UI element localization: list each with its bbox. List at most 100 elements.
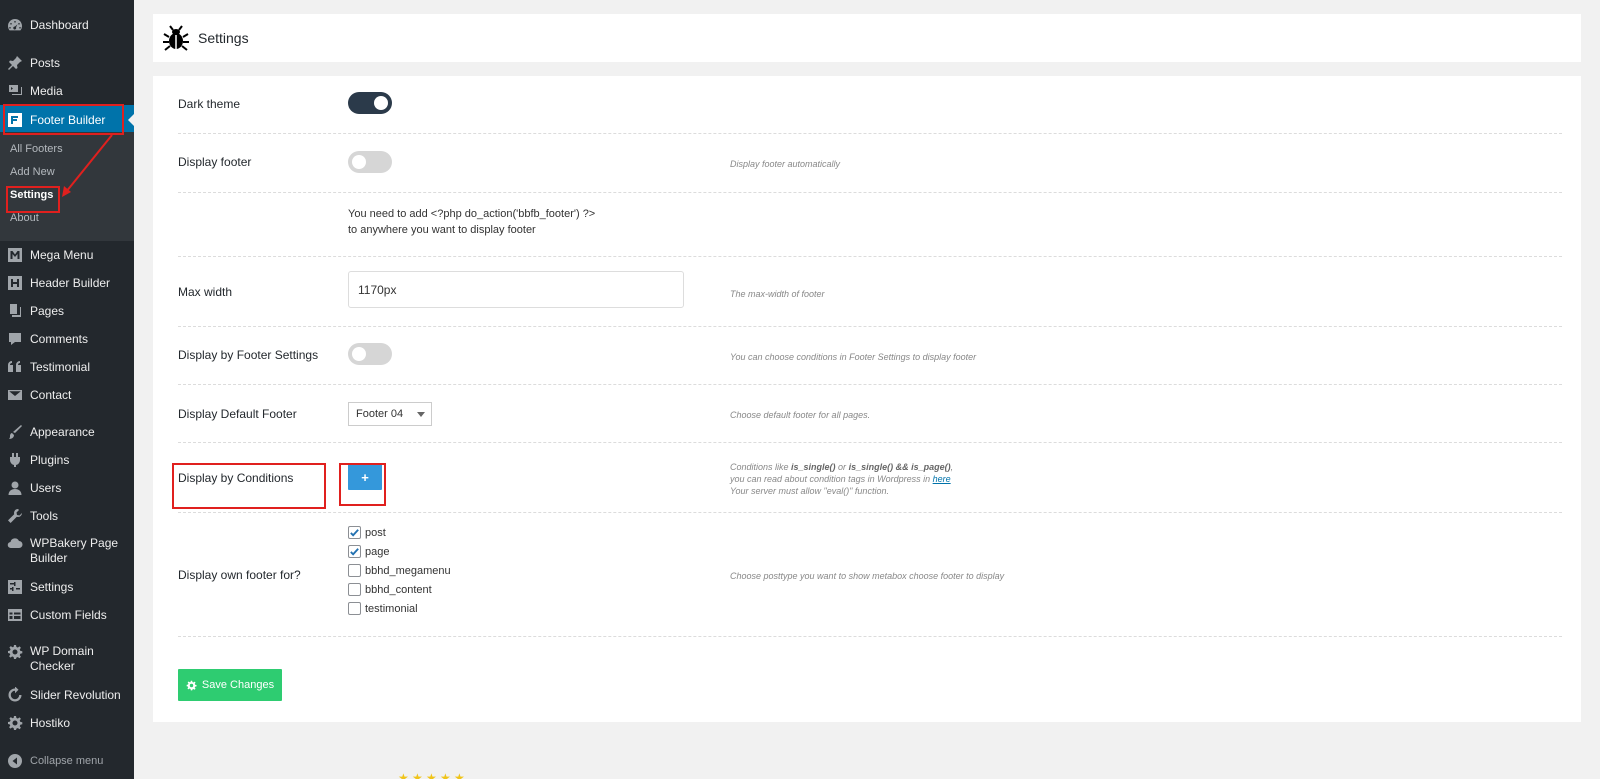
mail-icon (7, 387, 23, 403)
settings-panel: Dark theme Display footer Display footer… (153, 76, 1581, 722)
checkbox-testimonial[interactable]: testimonial (348, 602, 418, 615)
setting-row-display-default-footer: Display Default Footer Footer 04 Choose … (178, 385, 1562, 443)
sidebar-item-wpbakery[interactable]: WPBakery Page Builder (0, 535, 134, 567)
sidebar-item-plugins[interactable]: Plugins (0, 452, 134, 468)
setting-row-max-width: Max width The max-width of footer (178, 257, 1562, 327)
page-title: Settings (198, 30, 249, 46)
sidebar-item-posts[interactable]: Posts (0, 55, 134, 71)
checkbox-bbhd-megamenu-box[interactable] (348, 564, 361, 577)
collapse-menu-button[interactable]: Collapse menu (0, 753, 134, 769)
comments-icon (7, 331, 23, 347)
admin-sidebar: Dashboard Posts Media Footer Builder All… (0, 0, 135, 779)
own-footer-label: Display own footer for? (178, 568, 301, 582)
quote-icon (7, 359, 23, 375)
footer-builder-submenu: All Footers Add New Settings About (0, 132, 134, 241)
sliders-icon (7, 579, 23, 595)
current-menu-arrow (128, 113, 135, 127)
chevron-down-icon (417, 412, 425, 417)
media-icon (7, 83, 23, 99)
display-footer-label: Display footer (178, 155, 252, 169)
dark-theme-label: Dark theme (178, 97, 241, 111)
cloud-icon (7, 536, 23, 552)
checkbox-post-box[interactable] (348, 526, 361, 539)
wrench-icon (7, 508, 23, 524)
bug-icon (163, 25, 189, 51)
checkbox-bbhd-content-box[interactable] (348, 583, 361, 596)
collapse-icon (7, 753, 23, 769)
checkbox-page[interactable]: page (348, 545, 389, 558)
setting-row-display-by-conditions: Display by Conditions + Conditions like … (178, 443, 1562, 513)
sidebar-item-hostiko[interactable]: Hostiko (0, 715, 134, 731)
star-icon: ★ (412, 771, 423, 779)
rating-stars: ★ ★ ★ ★ ★ (398, 771, 468, 779)
gear-icon (7, 644, 23, 660)
display-default-footer-label: Display Default Footer (178, 407, 297, 421)
submenu-settings[interactable]: Settings (10, 189, 53, 201)
submenu-all-footers[interactable]: All Footers (10, 143, 63, 155)
mega-menu-icon (7, 247, 23, 263)
pages-icon (7, 303, 23, 319)
sidebar-item-tools[interactable]: Tools (0, 508, 134, 524)
gear-icon (7, 715, 23, 731)
star-icon: ★ (454, 771, 465, 779)
setting-row-dark-theme: Dark theme (178, 76, 1562, 134)
setting-row-display-footer: Display footer Display footer automatica… (178, 134, 1562, 193)
sidebar-item-custom-fields[interactable]: Custom Fields (0, 607, 134, 623)
checkbox-page-box[interactable] (348, 545, 361, 558)
display-by-conditions-label: Display by Conditions (178, 471, 294, 485)
own-footer-description: Choose posttype you want to show metabox… (730, 571, 1005, 581)
refresh-icon (7, 687, 23, 703)
sidebar-item-mega-menu[interactable]: Mega Menu (0, 247, 134, 263)
checkbox-bbhd-content[interactable]: bbhd_content (348, 583, 432, 596)
sidebar-item-contact[interactable]: Contact (0, 387, 134, 403)
sidebar-item-settings[interactable]: Settings (0, 579, 134, 595)
display-by-conditions-description: Conditions like is_single() or is_single… (730, 462, 954, 496)
display-by-footer-settings-label: Display by Footer Settings (178, 348, 319, 362)
dark-theme-toggle[interactable] (348, 92, 392, 114)
max-width-description: The max-width of footer (730, 289, 825, 299)
table-icon (7, 607, 23, 623)
display-footer-toggle[interactable] (348, 151, 392, 173)
display-footer-description: Display footer automatically (730, 159, 841, 169)
sidebar-item-users[interactable]: Users (0, 480, 134, 496)
sidebar-item-appearance[interactable]: Appearance (0, 424, 134, 440)
sidebar-item-footer-builder[interactable]: Footer Builder (0, 105, 135, 135)
checkbox-post[interactable]: post (348, 526, 386, 539)
page-header: Settings (153, 14, 1581, 62)
star-icon: ★ (440, 771, 451, 779)
sidebar-item-pages[interactable]: Pages (0, 303, 134, 319)
sidebar-item-wp-domain-checker[interactable]: WP Domain Checker (0, 643, 134, 675)
user-icon (7, 480, 23, 496)
sidebar-item-dashboard[interactable]: Dashboard (0, 17, 134, 33)
display-by-footer-settings-toggle[interactable] (348, 343, 392, 365)
pin-icon (7, 55, 23, 71)
header-builder-icon (7, 275, 23, 291)
display-default-footer-description: Choose default footer for all pages. (730, 410, 871, 420)
max-width-input[interactable] (348, 271, 684, 308)
checkbox-testimonial-box[interactable] (348, 602, 361, 615)
setting-row-code-note: You need to add <?php do_action('bbfb_fo… (178, 193, 1562, 257)
footer-builder-icon (7, 112, 23, 128)
sidebar-item-media[interactable]: Media (0, 83, 134, 99)
star-icon: ★ (398, 771, 409, 779)
setting-row-own-footer: Display own footer for? post page bbhd_m… (178, 513, 1562, 637)
gear-icon (186, 680, 197, 690)
add-condition-button[interactable]: + (348, 464, 382, 490)
save-changes-button[interactable]: Save Changes (178, 669, 282, 701)
setting-row-display-by-footer-settings: Display by Footer Settings You can choos… (178, 327, 1562, 385)
brush-icon (7, 424, 23, 440)
display-by-footer-settings-description: You can choose conditions in Footer Sett… (730, 352, 977, 362)
sidebar-item-header-builder[interactable]: Header Builder (0, 275, 134, 291)
submenu-about[interactable]: About (10, 212, 39, 224)
code-snippet: <?php do_action('bbfb_footer') ?> (430, 208, 596, 220)
sidebar-item-slider-revolution[interactable]: Slider Revolution (0, 687, 134, 703)
checkbox-bbhd-megamenu[interactable]: bbhd_megamenu (348, 564, 451, 577)
default-footer-select[interactable]: Footer 04 (348, 402, 432, 426)
star-icon: ★ (426, 771, 437, 779)
condition-tags-link[interactable]: here (933, 474, 951, 484)
submenu-add-new[interactable]: Add New (10, 166, 55, 178)
sidebar-item-comments[interactable]: Comments (0, 331, 134, 347)
dashboard-icon (7, 17, 23, 33)
sidebar-item-testimonial[interactable]: Testimonial (0, 359, 134, 375)
plug-icon (7, 452, 23, 468)
